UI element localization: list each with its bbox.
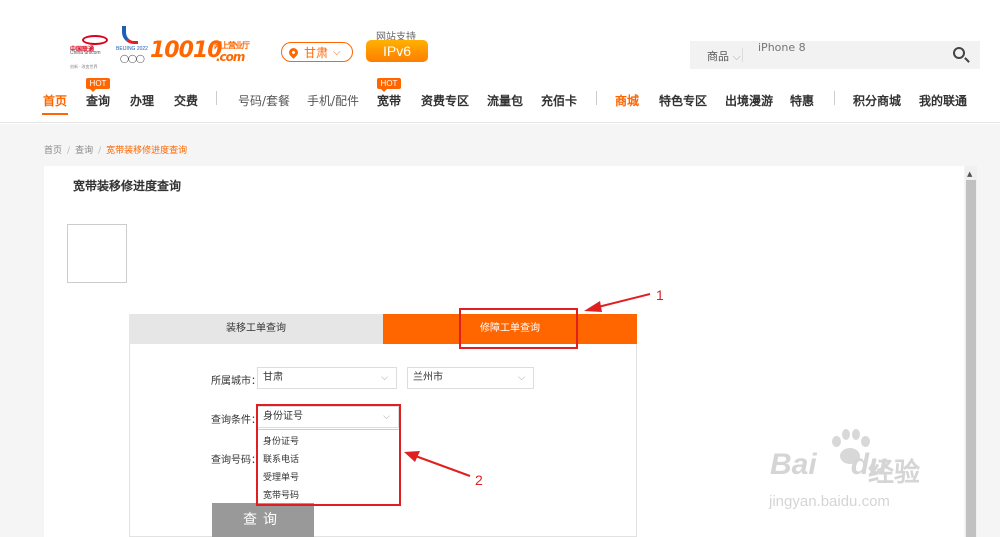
city-value: 兰州市	[413, 372, 443, 383]
nav-tariff-zone[interactable]: 资费专区	[421, 92, 469, 109]
image-placeholder	[67, 224, 127, 283]
10010-logo[interactable]: 10010 网上营业厅 .com	[150, 38, 250, 64]
nav-number-plan[interactable]: 号码/套餐	[238, 92, 290, 109]
number-label: 查询号码：	[211, 455, 261, 466]
beijing-logo-text: BEIJING 2022	[116, 46, 148, 52]
tab-install-order[interactable]: 装移工单查询	[129, 314, 383, 344]
hot-badge: HOT	[377, 78, 401, 92]
watermark-url: jingyan.baidu.com	[769, 493, 890, 510]
city-select[interactable]: 兰州市 ⌵	[407, 367, 534, 389]
watermark-cn: 经验	[868, 458, 921, 488]
nav-home[interactable]: 首页	[43, 92, 67, 109]
annotation-box-1	[459, 308, 578, 349]
annotation-box-2	[256, 404, 401, 506]
nav-phone-accessory[interactable]: 手机/配件	[307, 92, 359, 109]
unicom-logo-sub: 创新 · 改变世界	[70, 64, 98, 69]
search-category-label: 商品	[707, 50, 729, 63]
watermark-bai: Bai	[770, 448, 817, 481]
chevron-down-icon: ⌵	[333, 46, 341, 58]
nav-deals[interactable]: 特惠	[790, 92, 814, 109]
nav-active-indicator	[42, 113, 68, 115]
olympic-rings-icon: ◯◯◯	[120, 54, 145, 63]
nav-divider	[834, 91, 835, 105]
nav-divider	[216, 91, 217, 105]
condition-label: 查询条件：	[211, 415, 261, 426]
search-bar: 商品 ⌵	[690, 37, 980, 69]
nav-pay[interactable]: 交费	[174, 92, 198, 109]
nav-broadband[interactable]: 宽带	[377, 92, 401, 109]
province-value: 甘肃	[263, 372, 283, 383]
10010-number: 10010	[150, 38, 223, 63]
nav-special-zone[interactable]: 特色专区	[659, 92, 707, 109]
scroll-up-arrow-icon[interactable]: ▲	[967, 170, 972, 178]
breadcrumb: 首页 / 查询 / 宽带装移修进度查询	[44, 146, 188, 156]
search-divider	[742, 48, 743, 62]
search-category-select[interactable]: 商品 ⌵	[707, 48, 741, 64]
nav-mall[interactable]: 商城	[615, 92, 639, 109]
site-header: 中国联通 China unicom 创新 · 改变世界 BEIJING 2022…	[0, 0, 1000, 123]
location-pin-icon	[287, 45, 300, 59]
nav-recharge-card[interactable]: 充佰卡	[541, 92, 577, 109]
nav-divider	[596, 91, 597, 105]
breadcrumb-current: 宽带装移修进度查询	[106, 146, 188, 156]
query-button[interactable]: 查询	[212, 503, 314, 537]
scrollbar-thumb[interactable]	[966, 180, 976, 537]
10010-com: .com	[216, 50, 245, 64]
region-label: 甘肃	[304, 45, 329, 60]
unicom-logo-en: China unicom	[70, 50, 101, 56]
region-selector[interactable]: 甘肃 ⌵	[281, 42, 353, 62]
nav-query[interactable]: 查询	[86, 92, 110, 109]
nav-my-unicom[interactable]: 我的联通	[919, 92, 967, 109]
annotation-number-2: 2	[475, 472, 483, 488]
province-select[interactable]: 甘肃 ⌵	[257, 367, 397, 389]
nav-roaming[interactable]: 出境漫游	[725, 92, 773, 109]
beijing-2022-logo: BEIJING 2022 ◯◯◯	[116, 26, 148, 63]
nav-handle[interactable]: 办理	[130, 92, 154, 109]
hot-badge: HOT	[86, 78, 110, 92]
search-input[interactable]	[758, 37, 938, 57]
search-icon[interactable]	[953, 47, 965, 59]
nav-points-mall[interactable]: 积分商城	[853, 92, 901, 109]
annotation-number-1: 1	[656, 287, 664, 303]
chevron-down-icon: ⌵	[518, 373, 525, 383]
breadcrumb-query[interactable]: 查询	[75, 146, 93, 156]
beijing-emblem-icon	[122, 26, 138, 44]
china-unicom-logo[interactable]: 中国联通 China unicom 创新 · 改变世界	[68, 28, 114, 74]
page-title: 宽带装移修进度查询	[73, 179, 182, 193]
city-label: 所属城市：	[211, 376, 261, 387]
chevron-down-icon: ⌵	[381, 373, 388, 383]
nav-data-pack[interactable]: 流量包	[487, 92, 523, 109]
breadcrumb-home[interactable]: 首页	[44, 146, 62, 156]
chevron-down-icon: ⌵	[732, 50, 741, 63]
ipv6-badge: IPv6	[366, 40, 428, 62]
